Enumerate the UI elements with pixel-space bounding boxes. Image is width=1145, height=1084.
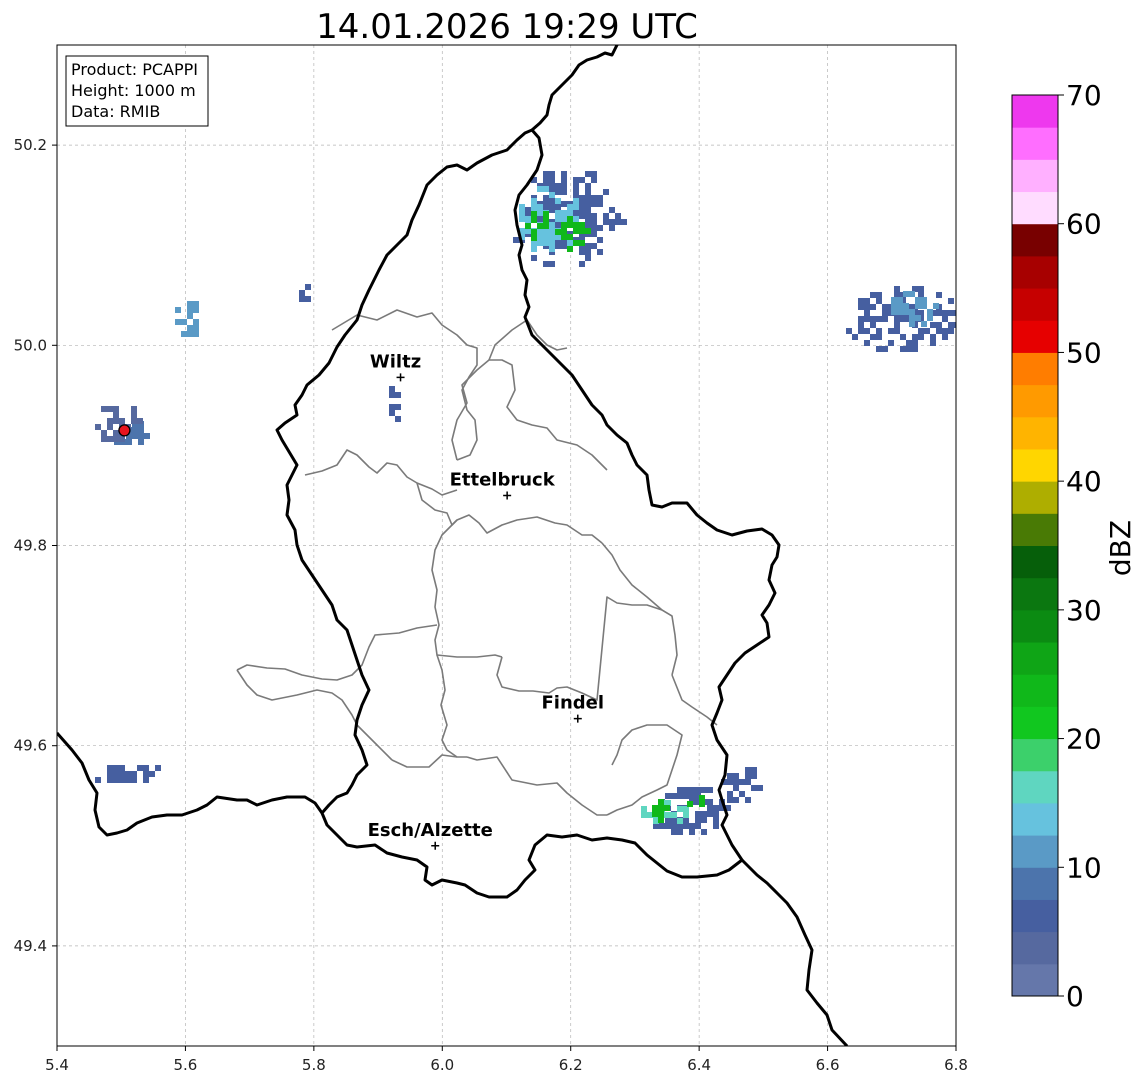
y-tick-label: 49.6: [14, 737, 47, 755]
info-height: Height: 1000 m: [71, 81, 196, 100]
x-tick-label: 6.8: [944, 1056, 968, 1074]
colorbar-tick-label: 40: [1066, 465, 1102, 498]
info-product: Product: PCAPPI: [71, 60, 198, 79]
x-tick-label: 6.6: [816, 1056, 840, 1074]
colorbar-tick-label: 20: [1066, 723, 1102, 756]
city-label: Ettelbruck: [450, 469, 556, 490]
colorbar-segment: [1012, 835, 1058, 868]
radar-map-figure: 14.01.2026 19:29 UTC WiltzEttelbruckFind…: [14, 7, 1137, 1074]
colorbar-segment: [1012, 416, 1058, 450]
colorbar-segment: [1012, 577, 1058, 611]
colorbar-segment: [1012, 802, 1058, 836]
colorbar-label: dBZ: [1104, 520, 1137, 576]
colorbar-segment: [1012, 513, 1058, 546]
city-label: Wiltz: [370, 351, 421, 372]
colorbar-segment: [1012, 95, 1058, 128]
colorbar-segment: [1012, 320, 1058, 353]
city-label: Findel: [542, 693, 605, 714]
colorbar-segment: [1012, 899, 1058, 933]
y-tick-label: 50.2: [14, 136, 47, 154]
product-info-box: Product: PCAPPI Height: 1000 m Data: RMI…: [65, 55, 209, 127]
colorbar-segment: [1012, 545, 1058, 579]
map-title: 14.01.2026 19:29 UTC: [316, 7, 698, 47]
colorbar-segment: [1012, 127, 1058, 160]
y-tick-label: 49.4: [14, 937, 47, 955]
colorbar-segment: [1012, 674, 1058, 707]
x-tick-label: 5.8: [302, 1056, 326, 1074]
colorbar-segment: [1012, 738, 1058, 772]
colorbar-segment: [1012, 963, 1058, 997]
colorbar-segment: [1012, 352, 1058, 386]
colorbar-tick-label: 30: [1066, 594, 1102, 627]
radar-site-icon[interactable]: [118, 424, 131, 437]
x-tick-label: 5.6: [173, 1056, 197, 1074]
colorbar: 0 10 20 30 40 50 60 70: [1011, 79, 1102, 1013]
colorbar-tick-label: 0: [1066, 980, 1084, 1013]
info-data: Data: RMIB: [71, 102, 160, 121]
colorbar-segment: [1012, 191, 1058, 225]
x-tick-label: 6.0: [430, 1056, 454, 1074]
colorbar-tick-label: 10: [1066, 851, 1102, 884]
colorbar-segment: [1012, 481, 1058, 514]
y-tick-label: 49.8: [14, 537, 47, 555]
colorbar-segment: [1012, 770, 1058, 804]
x-tick-label: 5.4: [45, 1056, 69, 1074]
colorbar-segment: [1012, 706, 1058, 740]
colorbar-segment: [1012, 223, 1058, 257]
x-tick-label: 6.4: [687, 1056, 711, 1074]
map-panel[interactable]: Wiltz Ettelbruck Findel Esch/Alzette: [57, 40, 960, 1046]
colorbar-tick-label: 50: [1066, 336, 1102, 369]
x-axis-ticks: 5.4 5.6 5.8 6.0 6.2 6.4 6.6 6.8: [45, 1046, 968, 1074]
colorbar-segment: [1012, 288, 1058, 321]
x-tick-label: 6.2: [559, 1056, 583, 1074]
colorbar-tick-label: 70: [1066, 79, 1102, 112]
colorbar-tick-label: 60: [1066, 208, 1102, 241]
colorbar-segment: [1012, 255, 1058, 289]
colorbar-segment: [1012, 159, 1058, 193]
colorbar-segment: [1012, 384, 1058, 418]
colorbar-segment: [1012, 642, 1058, 675]
city-label: Esch/Alzette: [368, 820, 493, 841]
y-axis-ticks: 49.4 49.6 49.8 50.0 50.2: [14, 136, 57, 955]
radar-site-marker: [118, 424, 131, 437]
colorbar-segment: [1012, 867, 1058, 900]
y-tick-label: 50.0: [14, 336, 47, 354]
colorbar-segment: [1012, 609, 1058, 643]
colorbar-segment: [1012, 448, 1058, 482]
colorbar-segment: [1012, 931, 1058, 965]
